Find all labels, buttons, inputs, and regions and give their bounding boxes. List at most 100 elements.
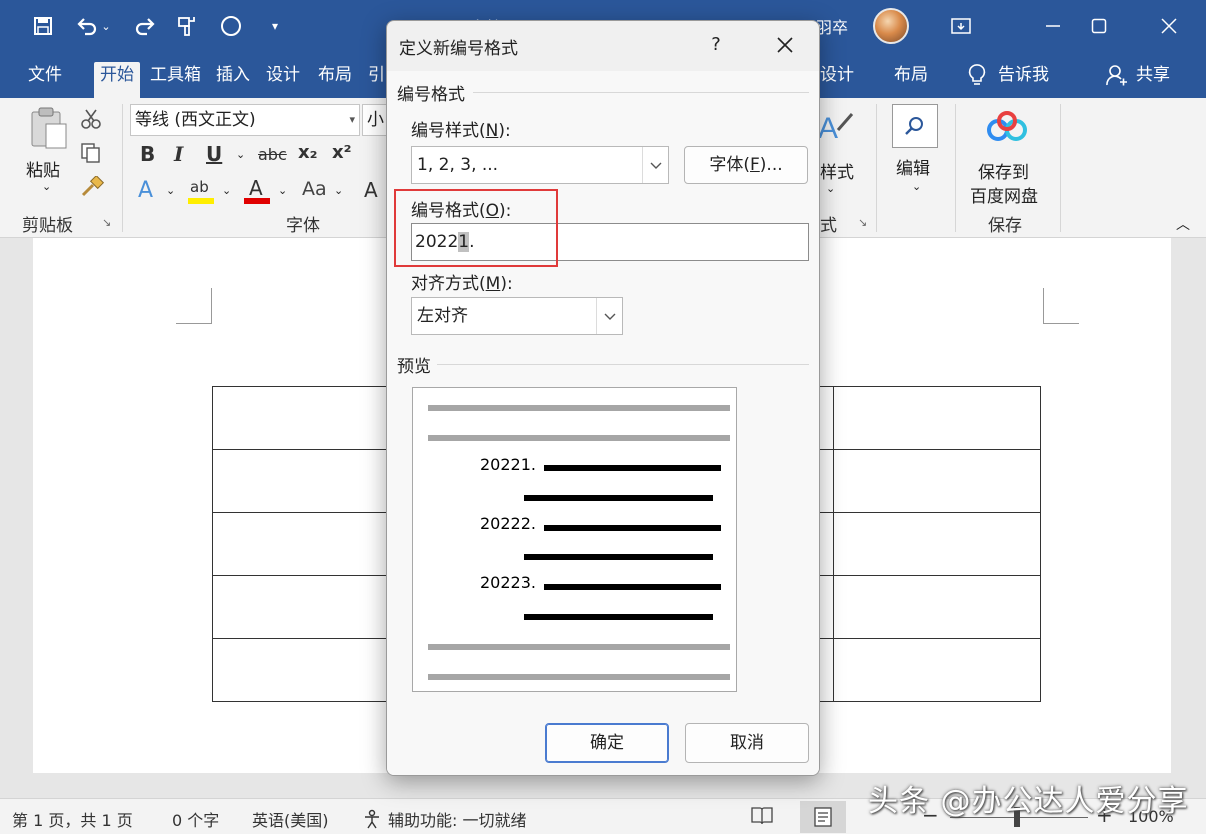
- search-icon[interactable]: [892, 104, 938, 148]
- number-style-select[interactable]: 1, 2, 3, ...: [411, 146, 669, 184]
- circle-shape-icon[interactable]: [214, 10, 248, 42]
- styles-launcher-icon[interactable]: ↘: [858, 216, 867, 229]
- dialog-body: 编号格式 编号样式(N): 1, 2, 3, ... 字体(F)... 编号格式…: [387, 71, 819, 775]
- tab-insert[interactable]: 插入: [210, 62, 256, 98]
- highlight-dropdown-icon[interactable]: ⌄: [222, 184, 231, 197]
- change-case-button[interactable]: Aa: [302, 178, 327, 200]
- text-effects-dropdown-icon[interactable]: ⌄: [166, 184, 175, 197]
- paste-label[interactable]: 粘贴: [26, 156, 60, 181]
- styles-label-tail[interactable]: 样式: [820, 158, 854, 183]
- crop-mark: [176, 288, 212, 324]
- table-cell[interactable]: [833, 638, 1041, 702]
- table-cell[interactable]: [833, 449, 1041, 513]
- underline-button[interactable]: U: [206, 142, 222, 166]
- maximize-icon[interactable]: [1076, 8, 1122, 44]
- accessibility-icon: [365, 809, 379, 829]
- highlight-color-button[interactable]: ab: [188, 178, 214, 204]
- tab-file[interactable]: 文件: [22, 62, 68, 98]
- edit-label[interactable]: 编辑: [896, 154, 930, 179]
- chevron-down-icon: [642, 147, 668, 183]
- chevron-down-icon: [596, 298, 622, 334]
- print-layout-icon[interactable]: [800, 801, 846, 833]
- page-count[interactable]: 第 1 页，共 1 页: [12, 807, 133, 831]
- person-icon: [1106, 65, 1127, 86]
- minimize-icon[interactable]: [1030, 8, 1076, 44]
- dialog-title: 定义新编号格式: [399, 39, 518, 59]
- baidu-cloud-icon[interactable]: [986, 110, 1028, 148]
- font-size-value: 小: [367, 110, 384, 130]
- font-color-dropdown-icon[interactable]: ⌄: [278, 184, 287, 197]
- copy-icon[interactable]: [80, 142, 102, 168]
- undo-dropdown-icon[interactable]: ⌄: [96, 10, 116, 42]
- alignment-select[interactable]: 左对齐: [411, 297, 623, 335]
- clear-format-partial-icon[interactable]: A: [364, 178, 378, 202]
- superscript-button[interactable]: x²: [332, 142, 352, 163]
- save-to-label[interactable]: 保存到: [978, 158, 1029, 183]
- font-group-label: 字体: [286, 216, 320, 236]
- font-button[interactable]: 字体(F)...: [684, 146, 808, 184]
- cut-icon[interactable]: [80, 108, 102, 134]
- watermark: 头条 @办公达人爱分享: [868, 784, 1189, 819]
- dialog-close-button[interactable]: [767, 29, 803, 61]
- close-icon[interactable]: [1146, 8, 1192, 44]
- table-cell[interactable]: [833, 575, 1041, 639]
- format-painter-qat-icon[interactable]: [170, 10, 204, 42]
- preview-number: 20221.: [480, 455, 536, 474]
- font-color-button[interactable]: A: [244, 176, 270, 204]
- table-cell[interactable]: [833, 512, 1041, 576]
- strikethrough-button[interactable]: abc: [258, 145, 287, 164]
- accessibility-status[interactable]: 辅助功能: 一切就绪: [362, 807, 526, 831]
- avatar[interactable]: [873, 8, 909, 44]
- tell-me-search[interactable]: 告诉我: [962, 62, 1055, 98]
- edit-dropdown-icon[interactable]: ⌄: [912, 180, 921, 193]
- read-mode-icon[interactable]: [750, 805, 774, 831]
- language-indicator[interactable]: 英语(美国): [252, 807, 329, 831]
- text-effects-button[interactable]: A: [138, 178, 153, 203]
- ribbon-display-options-icon[interactable]: [938, 8, 984, 44]
- paste-dropdown-icon[interactable]: ⌄: [42, 180, 51, 193]
- tab-home[interactable]: 开始: [94, 62, 140, 98]
- paste-icon[interactable]: [28, 106, 68, 154]
- number-style-label: 编号样式(N):: [411, 121, 511, 141]
- tab-layout[interactable]: 布局: [312, 62, 358, 98]
- styles-dropdown-icon[interactable]: ⌄: [826, 182, 835, 195]
- number-style-value: 1, 2, 3, ...: [417, 155, 499, 175]
- change-case-dropdown-icon[interactable]: ⌄: [334, 184, 343, 197]
- styles-icon[interactable]: A: [816, 108, 856, 148]
- clipboard-group-label: 剪贴板: [22, 216, 73, 236]
- italic-button[interactable]: I: [174, 142, 183, 166]
- bold-button[interactable]: B: [140, 142, 155, 166]
- preview-number: 20222.: [480, 514, 536, 533]
- cancel-button[interactable]: 取消: [685, 723, 809, 763]
- tab-table-design[interactable]: 设计: [814, 62, 860, 98]
- alignment-label: 对齐方式(M):: [411, 274, 513, 294]
- word-count[interactable]: 0 个字: [172, 807, 219, 831]
- preview-section-label: 预览: [397, 357, 431, 377]
- font-name-combo[interactable]: 等线 (西文正文) ▾: [130, 104, 360, 136]
- tab-toolbox[interactable]: 工具箱: [144, 62, 207, 98]
- collapse-ribbon-icon[interactable]: ︿: [1176, 214, 1190, 234]
- lightbulb-icon: [968, 64, 986, 85]
- tab-design[interactable]: 设计: [260, 62, 306, 98]
- save-group-label: 保存: [988, 216, 1022, 236]
- share-button[interactable]: 共享: [1100, 62, 1176, 98]
- tell-me-label: 告诉我: [998, 65, 1049, 85]
- save-icon[interactable]: [26, 10, 60, 42]
- styles-group-label-tail: 式: [820, 216, 837, 236]
- table-cell[interactable]: [833, 386, 1041, 450]
- highlight-box: [394, 189, 558, 267]
- baidu-netdisk-label[interactable]: 百度网盘: [970, 182, 1038, 207]
- svg-text:A: A: [818, 112, 838, 144]
- share-label: 共享: [1136, 65, 1170, 85]
- redo-icon[interactable]: [128, 10, 162, 42]
- subscript-button[interactable]: x₂: [298, 142, 318, 163]
- preview-number: 20223.: [480, 573, 536, 592]
- underline-dropdown-icon[interactable]: ⌄: [236, 148, 245, 161]
- ok-button[interactable]: 确定: [545, 723, 669, 763]
- clipboard-launcher-icon[interactable]: ↘: [102, 216, 111, 229]
- format-painter-icon[interactable]: [80, 174, 105, 202]
- help-button[interactable]: ?: [701, 29, 731, 61]
- chevron-down-icon: ▾: [349, 113, 355, 126]
- customize-qat-icon[interactable]: ▾: [258, 10, 292, 42]
- tab-table-layout[interactable]: 布局: [888, 62, 934, 98]
